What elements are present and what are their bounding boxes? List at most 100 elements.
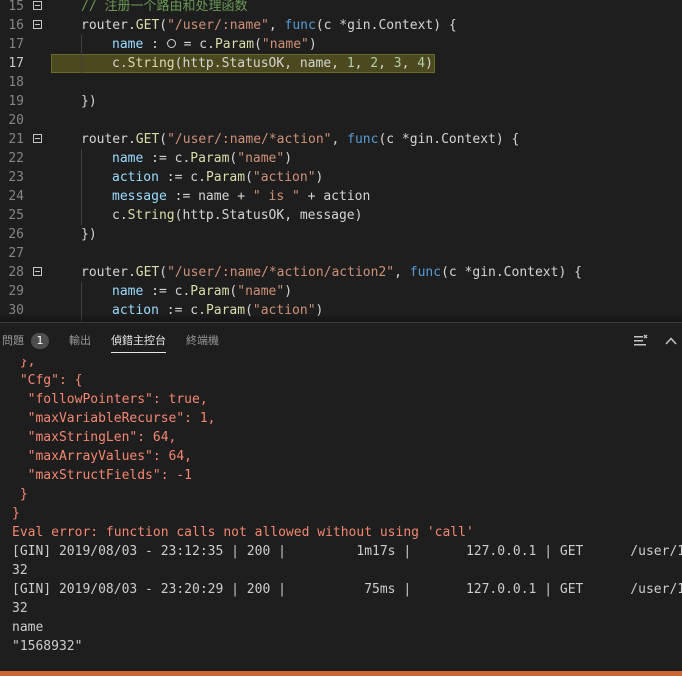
code-token: 1: [346, 56, 355, 71]
code-token: (c *gin.Context) {: [378, 132, 520, 147]
code-token: ,: [394, 265, 410, 280]
fold-toggle-icon[interactable]: [33, 267, 42, 276]
code-line[interactable]: 27: [0, 244, 682, 263]
bottom-panel: 問題 1 輸出 偵錯主控台 終端機 }, "Cfg": { "followPoi…: [0, 322, 682, 676]
code-token: 4: [417, 56, 426, 71]
code-line[interactable]: 23 action := c.Param("action"): [0, 168, 682, 187]
console-line: "maxStructFields": -1: [12, 468, 193, 483]
line-number: 19: [8, 94, 24, 109]
code-line[interactable]: 17 c.String(http.StatusOK, name, 1, 2, 3,…: [0, 54, 682, 73]
clear-console-glyph: [634, 334, 648, 346]
code-token: (: [159, 132, 168, 147]
problems-count-badge: 1: [31, 333, 49, 349]
code-line[interactable]: 22 name := c.Param("name"): [0, 149, 682, 168]
code-token: (: [159, 265, 168, 280]
code-token: "name": [237, 151, 285, 166]
code-token: := c.: [158, 170, 206, 185]
code-token: (c *gin.Context) {: [315, 18, 457, 33]
status-bar: [0, 671, 682, 676]
code-line[interactable]: 15 // 注册一个路由和处理函数: [0, 0, 682, 16]
code-token: func: [409, 265, 442, 280]
line-number: 23: [8, 170, 24, 185]
code-token: (http.StatusOK, name,: [174, 56, 347, 71]
code-token: message: [112, 189, 167, 204]
code-token: " is ": [252, 189, 300, 204]
line-number: 25: [8, 208, 24, 223]
code-token: GET: [135, 18, 160, 33]
console-line: "maxArrayValues": 64,: [12, 449, 193, 464]
clear-console-icon[interactable]: [632, 333, 650, 349]
code-token: String: [127, 56, 175, 71]
code-token: "/user/:name/*action/action2": [167, 265, 395, 280]
code-token: ): [315, 170, 324, 185]
code-text: action := c.Param("action"): [112, 168, 323, 187]
code-token: (: [254, 37, 262, 52]
code-token: ): [284, 284, 293, 299]
code-token: func: [284, 18, 316, 33]
panel-tab-bar: 問題 1 輸出 偵錯主控台 終端機: [0, 323, 682, 359]
code-token: := c.: [143, 151, 191, 166]
tab-output[interactable]: 輸出: [69, 333, 91, 353]
debug-console-output[interactable]: }, "Cfg": { "followPointers": true, "max…: [0, 359, 682, 653]
code-token: c.: [112, 208, 128, 223]
fold-toggle-icon[interactable]: [33, 20, 42, 29]
code-line[interactable]: 25 c.String(http.StatusOK, message): [0, 206, 682, 225]
code-token: func: [347, 132, 379, 147]
code-token: 3: [393, 56, 402, 71]
code-token: c.: [112, 56, 128, 71]
breakpoint-hover-icon: [166, 39, 176, 48]
code-token: "name": [237, 284, 285, 299]
console-line: "maxStringLen": 64,: [12, 430, 177, 445]
vscode-window: 15// 注册一个路由和处理函数 16 router.GET("/user/:nam…: [0, 0, 682, 676]
indent-guide: [81, 35, 82, 73]
code-line[interactable]: 19}): [0, 92, 682, 111]
line-number: 27: [8, 246, 24, 261]
fold-toggle-icon[interactable]: [33, 1, 42, 10]
line-number: 17: [8, 56, 24, 71]
console-line: "maxVariableRecurse": 1,: [12, 411, 216, 426]
code-token: := name +: [166, 189, 253, 204]
code-token: router.: [81, 265, 136, 280]
code-line[interactable]: 17 name : = c.Param("name"): [0, 35, 682, 54]
maximize-panel-glyph: [665, 337, 677, 345]
console-line: name: [12, 620, 44, 635]
code-line[interactable]: 26}): [0, 225, 682, 244]
code-text: // 注册一个路由和处理函数: [81, 0, 247, 16]
code-token: ,: [354, 56, 371, 71]
code-token: String: [127, 208, 175, 223]
code-token: }): [81, 227, 97, 242]
code-text: name : = c.Param("name"): [112, 35, 317, 54]
code-line[interactable]: 16 router.GET("/user/:name", func(c *gin.…: [0, 16, 682, 35]
code-token: "action": [252, 170, 316, 185]
line-number: 16: [8, 18, 24, 33]
code-line[interactable]: 21 router.GET("/user/:name/*action", func…: [0, 130, 682, 149]
code-token: (: [159, 18, 168, 33]
code-token: ): [425, 56, 433, 71]
code-line[interactable]: 24 message := name + " is " + action: [0, 187, 682, 206]
code-token: name: [112, 37, 144, 52]
code-token: := c.: [143, 284, 191, 299]
code-line[interactable]: 20: [0, 111, 682, 130]
code-text: }): [81, 92, 97, 111]
code-text: c.String(http.StatusOK, name, 1, 2, 3, 4…: [112, 54, 433, 73]
editor-scroll-shadow: [0, 313, 682, 322]
code-text: router.GET("/user/:name/*action", func(c…: [81, 130, 519, 149]
line-number: 15: [8, 0, 24, 14]
console-line: Eval error: function calls not allowed w…: [12, 525, 474, 540]
code-editor[interactable]: 15// 注册一个路由和处理函数 16 router.GET("/user/:nam…: [0, 0, 682, 322]
code-token: + action: [299, 189, 371, 204]
code-line[interactable]: 28 router.GET("/user/:name/*action/action…: [0, 263, 682, 282]
fold-toggle-icon[interactable]: [33, 134, 42, 143]
chevron-up-icon[interactable]: [663, 333, 681, 349]
line-number: 21: [8, 132, 24, 147]
code-token: = c.: [175, 37, 215, 52]
indent-guide: [81, 149, 82, 225]
tab-terminal[interactable]: 終端機: [186, 333, 219, 353]
line-number: 17: [8, 37, 24, 52]
code-line[interactable]: 18: [0, 73, 682, 92]
console-line: [GIN] 2019/08/03 - 23:20:29 | 200 | 75ms…: [12, 582, 682, 597]
line-number: 22: [8, 151, 24, 166]
tab-debug-console[interactable]: 偵錯主控台: [111, 333, 166, 353]
tab-problems[interactable]: 問題: [2, 333, 24, 353]
code-line[interactable]: 29 name := c.Param("name"): [0, 282, 682, 301]
